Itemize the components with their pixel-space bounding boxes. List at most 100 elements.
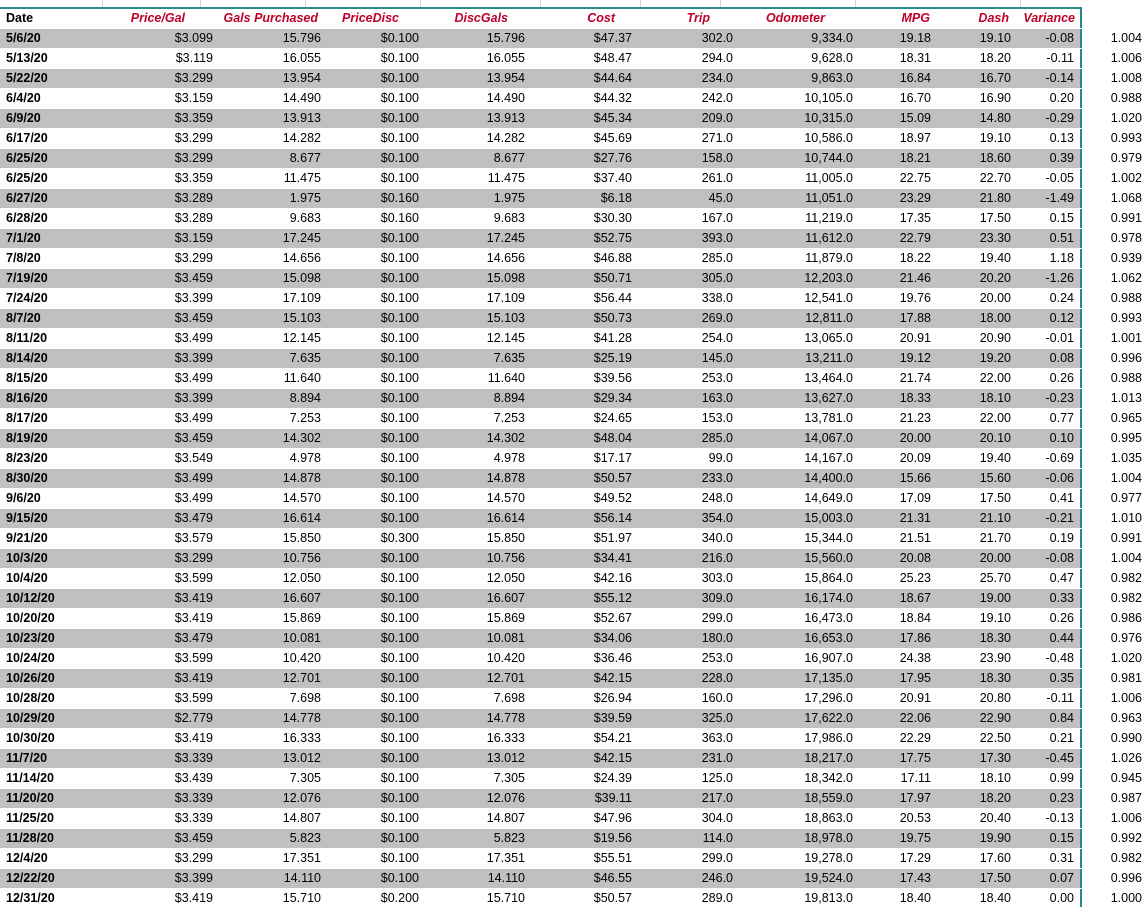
cell-cost[interactable]: $36.46 — [525, 649, 632, 668]
cell-dash[interactable]: 20.10 — [931, 429, 1011, 448]
cell-trip[interactable]: 125.0 — [632, 769, 733, 788]
cell-dash[interactable]: 17.50 — [931, 209, 1011, 228]
cell-dash[interactable]: 21.10 — [931, 509, 1011, 528]
cell-mpg[interactable]: 21.46 — [853, 269, 931, 288]
cell-gals[interactable]: 8.894 — [213, 389, 321, 408]
cell-gals[interactable]: 14.807 — [213, 809, 321, 828]
cell-trip[interactable]: 158.0 — [632, 149, 733, 168]
cell-discgals[interactable]: 4.978 — [419, 449, 525, 468]
cell-ratio[interactable]: 0.982 — [1082, 589, 1142, 608]
cell-gals[interactable]: 14.302 — [213, 429, 321, 448]
cell-variance[interactable]: 0.00 — [1011, 889, 1074, 908]
cell-date[interactable]: 10/24/20 — [6, 649, 66, 668]
cell-pricedisc[interactable]: $0.100 — [321, 849, 419, 868]
cell-pricedisc[interactable]: $0.100 — [321, 169, 419, 188]
cell-odometer[interactable]: 9,628.0 — [733, 49, 853, 68]
cell-dash[interactable]: 15.60 — [931, 469, 1011, 488]
cell-price[interactable]: $3.499 — [110, 409, 213, 428]
cell-discgals[interactable]: 17.351 — [419, 849, 525, 868]
cell-date[interactable]: 8/30/20 — [6, 469, 66, 488]
cell-price[interactable]: $3.399 — [110, 389, 213, 408]
cell-discgals[interactable]: 7.635 — [419, 349, 525, 368]
cell-cost[interactable]: $54.21 — [525, 729, 632, 748]
cell-mpg[interactable]: 21.31 — [853, 509, 931, 528]
cell-gals[interactable]: 1.975 — [213, 189, 321, 208]
cell-dash[interactable]: 17.30 — [931, 749, 1011, 768]
cell-date[interactable]: 5/13/20 — [6, 49, 66, 68]
cell-pricedisc[interactable]: $0.100 — [321, 589, 419, 608]
cell-date[interactable]: 8/17/20 — [6, 409, 66, 428]
cell-ratio[interactable]: 0.939 — [1082, 249, 1142, 268]
cell-trip[interactable]: 271.0 — [632, 129, 733, 148]
cell-ratio[interactable]: 1.008 — [1082, 69, 1142, 88]
cell-cost[interactable]: $42.16 — [525, 569, 632, 588]
cell-pricedisc[interactable]: $0.100 — [321, 309, 419, 328]
cell-gals[interactable]: 15.869 — [213, 609, 321, 628]
cell-odometer[interactable]: 10,744.0 — [733, 149, 853, 168]
cell-trip[interactable]: 261.0 — [632, 169, 733, 188]
cell-date[interactable]: 6/28/20 — [6, 209, 66, 228]
cell-pricedisc[interactable]: $0.100 — [321, 789, 419, 808]
cell-variance[interactable]: 0.33 — [1011, 589, 1074, 608]
cell-variance[interactable]: 0.21 — [1011, 729, 1074, 748]
cell-cost[interactable]: $19.56 — [525, 829, 632, 848]
cell-gals[interactable]: 14.110 — [213, 869, 321, 888]
cell-odometer[interactable]: 19,813.0 — [733, 889, 853, 908]
cell-gals[interactable]: 9.683 — [213, 209, 321, 228]
cell-trip[interactable]: 299.0 — [632, 609, 733, 628]
cell-cost[interactable]: $55.12 — [525, 589, 632, 608]
cell-date[interactable]: 5/6/20 — [6, 29, 66, 48]
cell-date[interactable]: 6/27/20 — [6, 189, 66, 208]
cell-dash[interactable]: 19.10 — [931, 29, 1011, 48]
cell-cost[interactable]: $56.44 — [525, 289, 632, 308]
cell-dash[interactable]: 25.70 — [931, 569, 1011, 588]
cell-dash[interactable]: 17.50 — [931, 869, 1011, 888]
cell-gals[interactable]: 7.253 — [213, 409, 321, 428]
cell-dash[interactable]: 22.00 — [931, 369, 1011, 388]
cell-trip[interactable]: 231.0 — [632, 749, 733, 768]
cell-odometer[interactable]: 19,524.0 — [733, 869, 853, 888]
cell-trip[interactable]: 209.0 — [632, 109, 733, 128]
cell-discgals[interactable]: 13.913 — [419, 109, 525, 128]
cell-discgals[interactable]: 9.683 — [419, 209, 525, 228]
cell-pricedisc[interactable]: $0.100 — [321, 829, 419, 848]
cell-mpg[interactable]: 18.84 — [853, 609, 931, 628]
cell-discgals[interactable]: 5.823 — [419, 829, 525, 848]
cell-variance[interactable]: 0.26 — [1011, 609, 1074, 628]
cell-mpg[interactable]: 15.66 — [853, 469, 931, 488]
cell-cost[interactable]: $45.69 — [525, 129, 632, 148]
cell-discgals[interactable]: 13.012 — [419, 749, 525, 768]
cell-mpg[interactable]: 24.38 — [853, 649, 931, 668]
cell-dash[interactable]: 18.30 — [931, 669, 1011, 688]
cell-discgals[interactable]: 12.701 — [419, 669, 525, 688]
header-pricedisc[interactable]: PriceDisc — [321, 9, 399, 28]
cell-date[interactable]: 8/19/20 — [6, 429, 66, 448]
cell-odometer[interactable]: 12,541.0 — [733, 289, 853, 308]
cell-mpg[interactable]: 18.40 — [853, 889, 931, 908]
spreadsheet-grid[interactable]: Date Price/Gal Gals Purchased PriceDisc Disc… — [0, 0, 1145, 909]
header-dash[interactable]: Dash — [931, 9, 1009, 28]
cell-variance[interactable]: -0.11 — [1011, 49, 1074, 68]
cell-odometer[interactable]: 15,560.0 — [733, 549, 853, 568]
cell-mpg[interactable]: 17.95 — [853, 669, 931, 688]
cell-pricedisc[interactable]: $0.100 — [321, 389, 419, 408]
cell-variance[interactable]: 0.12 — [1011, 309, 1074, 328]
cell-cost[interactable]: $50.71 — [525, 269, 632, 288]
cell-pricedisc[interactable]: $0.160 — [321, 209, 419, 228]
cell-cost[interactable]: $48.04 — [525, 429, 632, 448]
cell-variance[interactable]: -0.29 — [1011, 109, 1075, 128]
cell-cost[interactable]: $50.57 — [525, 889, 632, 908]
cell-ratio[interactable]: 0.991 — [1082, 529, 1142, 548]
cell-variance[interactable]: -0.05 — [1011, 169, 1075, 188]
cell-mpg[interactable]: 16.84 — [853, 69, 931, 88]
cell-odometer[interactable]: 15,344.0 — [733, 529, 853, 548]
cell-mpg[interactable]: 19.75 — [853, 829, 931, 848]
cell-ratio[interactable]: 1.004 — [1082, 29, 1142, 48]
cell-price[interactable]: $3.099 — [110, 29, 213, 48]
cell-pricedisc[interactable]: $0.100 — [321, 69, 419, 88]
header-date[interactable]: Date — [6, 9, 66, 28]
cell-pricedisc[interactable]: $0.100 — [321, 489, 419, 508]
cell-trip[interactable]: 167.0 — [632, 209, 733, 228]
cell-ratio[interactable]: 0.981 — [1082, 669, 1142, 688]
cell-discgals[interactable]: 12.076 — [419, 789, 525, 808]
